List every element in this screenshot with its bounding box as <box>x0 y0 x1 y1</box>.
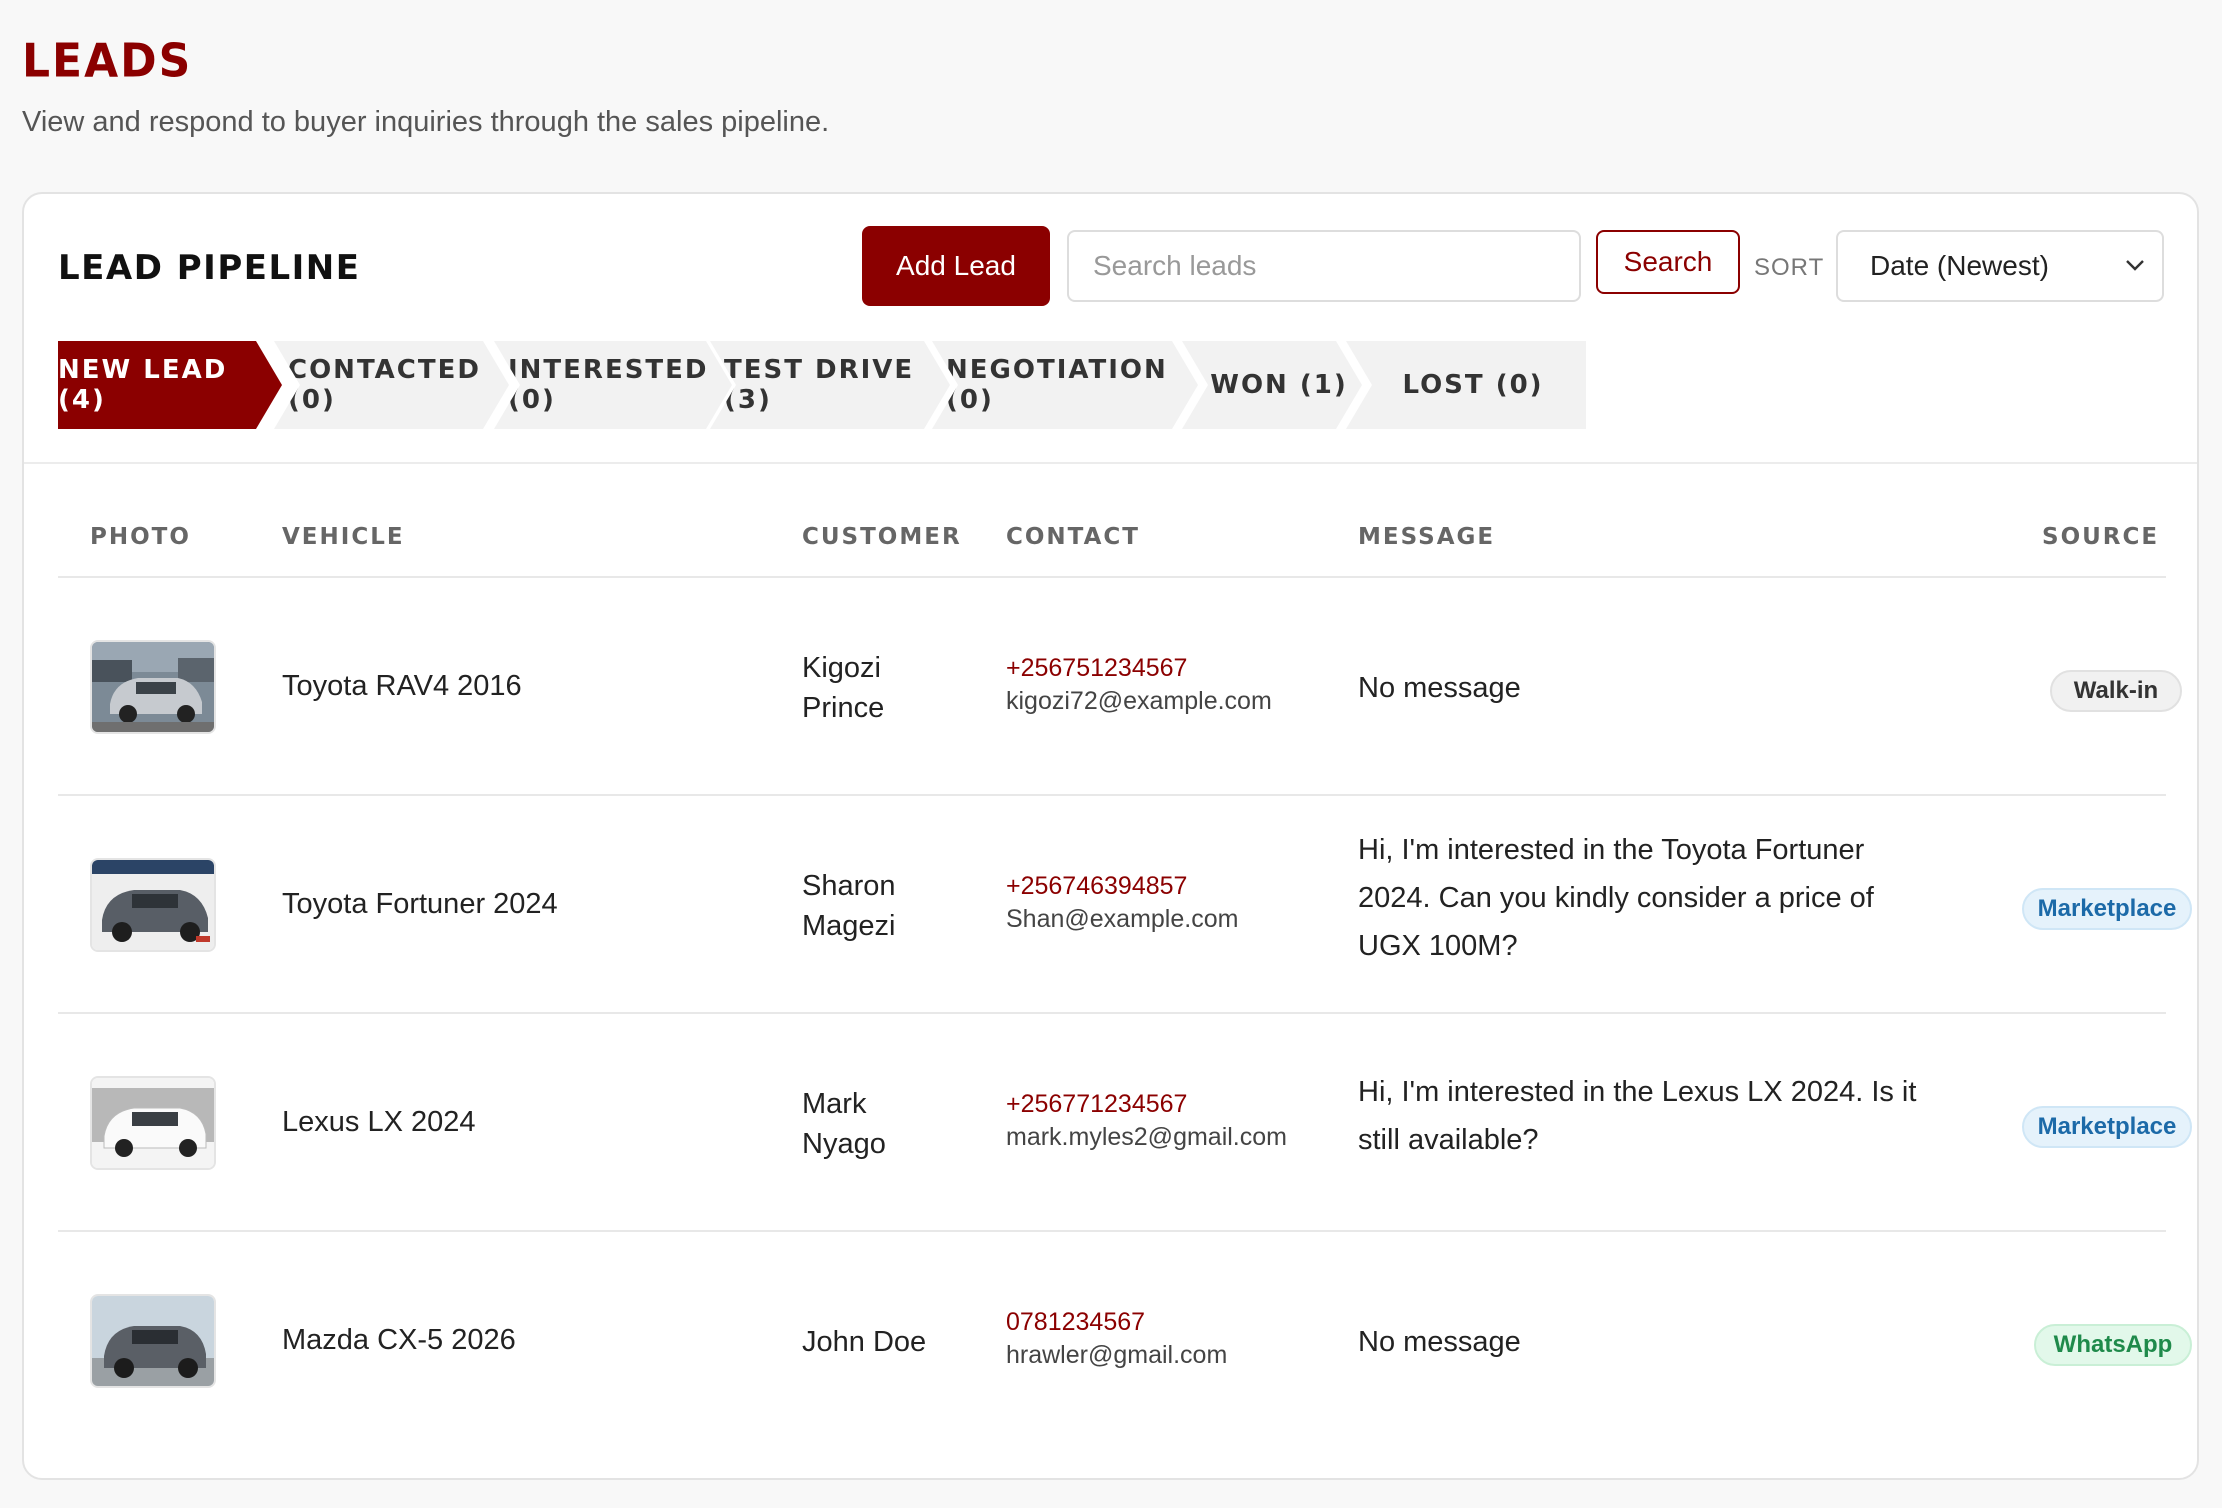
stage-lost[interactable]: LOST (0) <box>1346 341 1586 429</box>
customer-last-name: Prince <box>802 692 885 724</box>
add-lead-button[interactable]: Add Lead <box>862 226 1050 306</box>
contact-info: 0781234567 hrawler@gmail.com <box>1006 1306 1227 1372</box>
source-badge: Marketplace <box>2022 888 2192 930</box>
email-link[interactable]: mark.myles2@gmail.com <box>1006 1121 1287 1154</box>
card-divider <box>24 462 2197 464</box>
table-row[interactable]: Toyota Fortuner 2024 Sharon Magezi +2567… <box>58 794 2192 1012</box>
page-subtitle: View and respond to buyer inquiries thro… <box>22 106 830 138</box>
search-button[interactable]: Search <box>1596 230 1740 294</box>
customer-name: Mark Nyago <box>802 1084 962 1164</box>
contact-info: +256751234567 kigozi72@example.com <box>1006 652 1272 718</box>
customer-name: Kigozi Prince <box>802 648 962 728</box>
message-text: Hi, I'm interested in the Toyota Fortune… <box>1358 834 1874 962</box>
vehicle-name: Mazda CX-5 2026 <box>282 1324 516 1356</box>
customer-name: John Doe <box>802 1322 1002 1362</box>
customer-name: Sharon Magezi <box>802 866 962 946</box>
customer-first-name: Mark <box>802 1088 867 1120</box>
grey-suv-photo[interactable] <box>90 858 216 952</box>
sort-select[interactable]: Date (Newest) <box>1836 230 2164 302</box>
phone-link[interactable]: 0781234567 <box>1006 1306 1227 1339</box>
header-customer: CUSTOMER <box>802 524 962 550</box>
table-row[interactable]: Toyota RAV4 2016 Kigozi Prince +25675123… <box>58 576 2182 794</box>
phone-link[interactable]: +256746394857 <box>1006 870 1238 903</box>
dark-suv-photo[interactable] <box>90 1294 216 1388</box>
stage-won[interactable]: WON (1) <box>1182 341 1362 429</box>
header-contact: CONTACT <box>1006 524 1140 550</box>
message-text: Hi, I'm interested in the Lexus LX 2024.… <box>1358 1076 1917 1156</box>
lead-pipeline-card: LEAD PIPELINE Add Lead Search SORT Date … <box>22 192 2199 1480</box>
message-text: No message <box>1358 672 1521 704</box>
vehicle-name: Lexus LX 2024 <box>282 1106 476 1138</box>
card-title: LEAD PIPELINE <box>58 248 361 288</box>
email-link[interactable]: hrawler@gmail.com <box>1006 1339 1227 1372</box>
header-source: SOURCE <box>2042 524 2160 550</box>
search-input[interactable] <box>1067 230 1581 302</box>
stage-test-drive[interactable]: TEST DRIVE (3) <box>710 341 950 429</box>
customer-first-name: Sharon <box>802 870 896 902</box>
contact-info: +256746394857 Shan@example.com <box>1006 870 1238 936</box>
email-link[interactable]: Shan@example.com <box>1006 903 1238 936</box>
vehicle-name: Toyota Fortuner 2024 <box>282 888 558 920</box>
page-title: LEADS <box>22 34 193 89</box>
stage-interested[interactable]: INTERESTED (0) <box>494 341 732 429</box>
table-header: PHOTO VEHICLE CUSTOMER CONTACT MESSAGE S… <box>58 524 2166 568</box>
source-badge: Walk-in <box>2050 670 2182 712</box>
silver-suv-photo[interactable] <box>90 640 216 734</box>
contact-info: +256771234567 mark.myles2@gmail.com <box>1006 1088 1287 1154</box>
chevron-down-icon <box>2120 250 2150 280</box>
vehicle-name: Toyota RAV4 2016 <box>282 670 522 702</box>
customer-last-name: Nyago <box>802 1128 886 1160</box>
customer-first-name: Kigozi <box>802 652 881 684</box>
table-row[interactable]: Lexus LX 2024 Mark Nyago +256771234567 m… <box>58 1012 2192 1230</box>
customer-last-name: Magezi <box>802 910 896 942</box>
source-badge: WhatsApp <box>2034 1324 2192 1366</box>
stage-negotiation[interactable]: NEGOTIATION (0) <box>932 341 1198 429</box>
stage-contacted[interactable]: CONTACTED (0) <box>274 341 509 429</box>
stage-new-lead[interactable]: NEW LEAD (4) <box>58 341 282 429</box>
sort-select-value: Date (Newest) <box>1870 250 2049 281</box>
phone-link[interactable]: +256751234567 <box>1006 652 1272 685</box>
customer-first-name: John Doe <box>802 1326 927 1358</box>
white-suv-photo[interactable] <box>90 1076 216 1170</box>
sort-label: SORT <box>1754 254 1825 281</box>
phone-link[interactable]: +256771234567 <box>1006 1088 1287 1121</box>
message-text: No message <box>1358 1326 1521 1358</box>
header-vehicle: VEHICLE <box>282 524 405 550</box>
table-row[interactable]: Mazda CX-5 2026 John Doe 0781234567 hraw… <box>58 1230 2192 1448</box>
email-link[interactable]: kigozi72@example.com <box>1006 685 1272 718</box>
source-badge: Marketplace <box>2022 1106 2192 1148</box>
header-message: MESSAGE <box>1358 524 1496 550</box>
pipeline-stages: NEW LEAD (4) CONTACTED (0) INTERESTED (0… <box>58 341 2140 429</box>
header-photo: PHOTO <box>90 524 191 550</box>
